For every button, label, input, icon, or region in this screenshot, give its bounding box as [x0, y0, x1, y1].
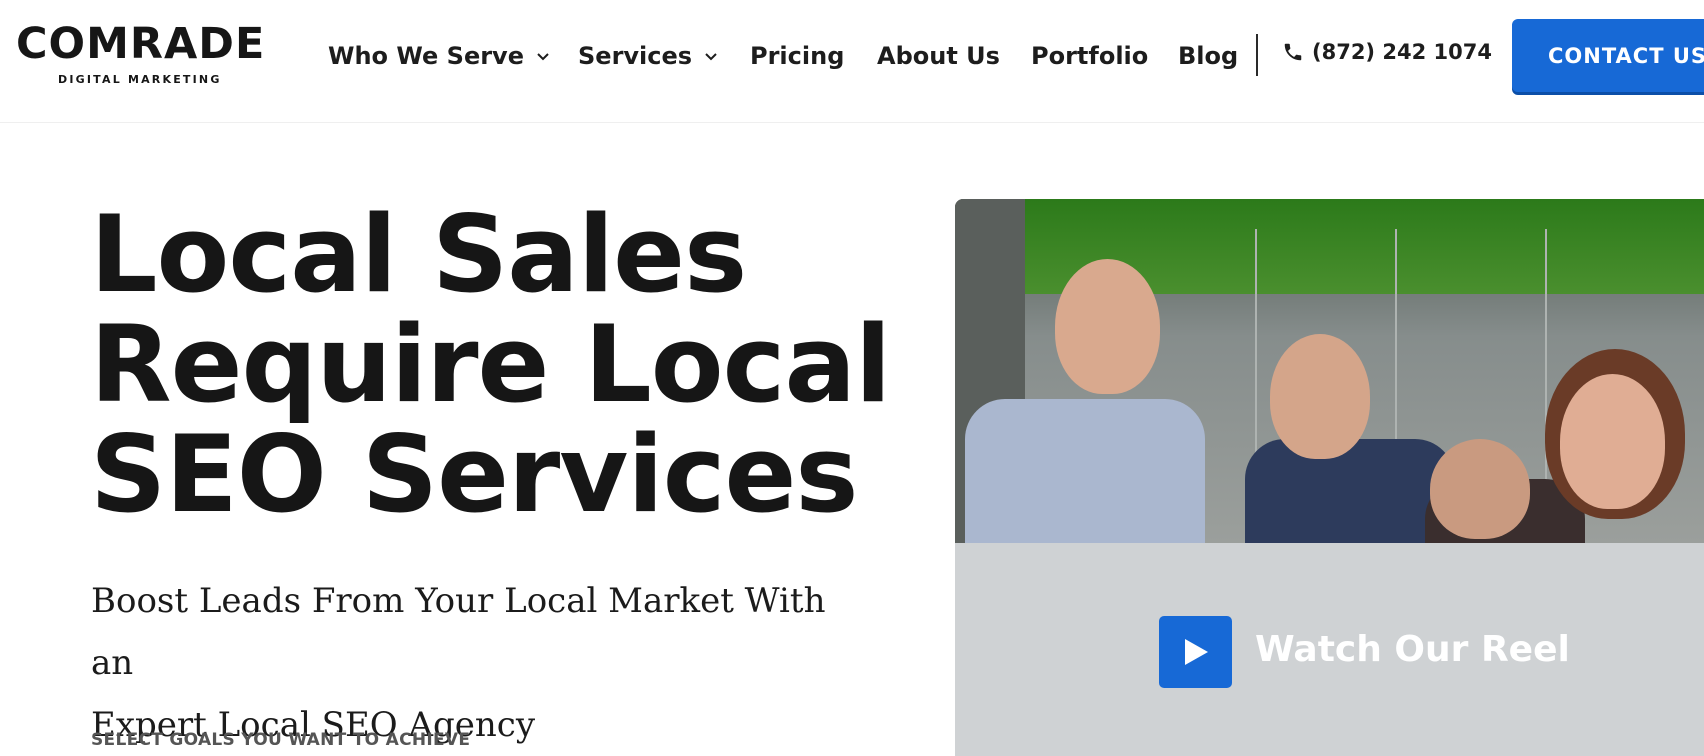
nav-about-us-label: About Us	[877, 42, 1000, 70]
phone-link[interactable]: (872) 242 1074	[1282, 40, 1492, 64]
hero-title-line: Require Local	[90, 303, 891, 426]
watch-reel-label[interactable]: Watch Our Reel	[1255, 629, 1570, 670]
hero-subtitle: Boost Leads From Your Local Market With …	[91, 570, 871, 756]
play-button[interactable]	[1159, 616, 1232, 688]
phone-icon	[1284, 43, 1302, 61]
contact-us-button[interactable]: CONTACT US	[1512, 19, 1704, 92]
logo-wordmark: COMRADE	[16, 19, 266, 69]
logo-tagline: DIGITAL MARKETING	[58, 73, 222, 86]
hero-subtitle-line: Boost Leads From Your Local Market With …	[91, 581, 826, 683]
nav-portfolio-label: Portfolio	[1031, 42, 1149, 70]
play-icon	[1184, 639, 1208, 665]
nav-divider	[1256, 34, 1258, 76]
hero-title: Local Sales Require Local SEO Services	[90, 200, 930, 530]
nav-pricing-label: Pricing	[750, 42, 845, 70]
reel-bar[interactable]: Watch Our Reel	[955, 543, 1704, 756]
hero-title-line: SEO Services	[90, 413, 859, 536]
nav-who-we-serve[interactable]: Who We Serve	[328, 38, 550, 74]
chevron-down-icon	[537, 53, 549, 61]
nav-services[interactable]: Services	[578, 38, 718, 74]
nav-about-us[interactable]: About Us	[877, 38, 1000, 74]
nav-who-we-serve-label: Who We Serve	[328, 42, 524, 70]
phone-number: (872) 242 1074	[1312, 40, 1492, 64]
nav-blog-label: Blog	[1178, 42, 1239, 70]
hero-title-line: Local Sales	[90, 193, 747, 316]
chevron-down-icon	[705, 53, 717, 61]
nav-portfolio[interactable]: Portfolio	[1031, 38, 1148, 74]
nav-pricing[interactable]: Pricing	[750, 38, 844, 74]
team-photo	[955, 199, 1704, 543]
nav-blog[interactable]: Blog	[1178, 38, 1238, 74]
nav-services-label: Services	[578, 42, 693, 70]
comrade-logo[interactable]: COMRADE DIGITAL MARKETING	[16, 22, 264, 88]
site-header: COMRADE DIGITAL MARKETING Who We Serve S…	[0, 0, 1704, 123]
video-reel-card[interactable]: Watch Our Reel	[955, 199, 1704, 756]
goals-label: SELECT GOALS YOU WANT TO ACHIEVE	[91, 730, 471, 750]
